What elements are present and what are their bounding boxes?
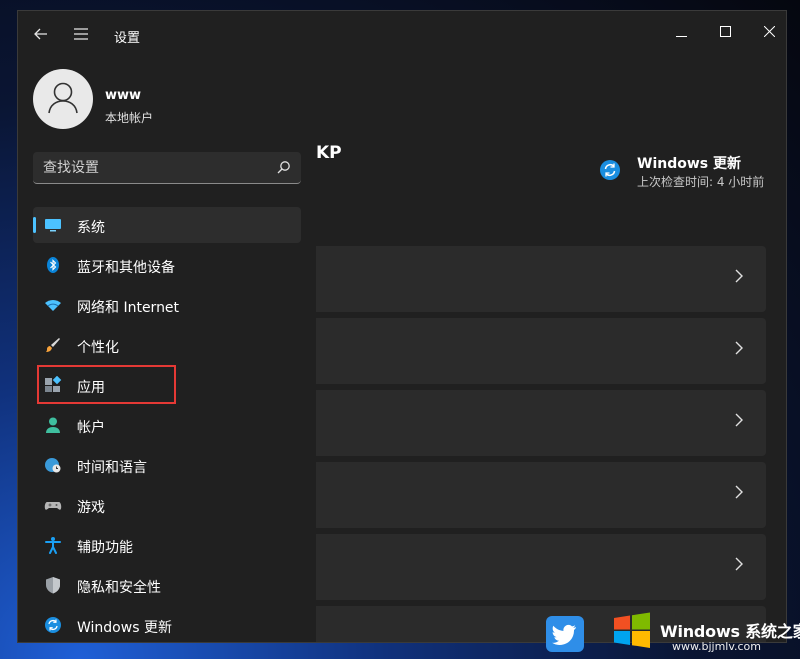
- sidebar-item-accessibility[interactable]: 辅助功能: [33, 527, 301, 563]
- sidebar-item-label: 个性化: [77, 340, 119, 356]
- sidebar-item-label: 游戏: [77, 500, 105, 516]
- sidebar-item-personalization[interactable]: 个性化: [33, 327, 301, 363]
- settings-card[interactable]: [316, 246, 766, 312]
- menu-button[interactable]: [70, 23, 92, 45]
- avatar[interactable]: [33, 69, 93, 129]
- minimize-icon: [675, 36, 687, 37]
- close-icon: [763, 25, 775, 38]
- sidebar-item-system[interactable]: 系统: [33, 207, 301, 243]
- settings-card[interactable]: [316, 462, 766, 528]
- sync-icon: [600, 160, 620, 180]
- maximize-icon: [719, 26, 731, 37]
- device-name: KP: [316, 143, 342, 163]
- windows-update-icon: [45, 617, 61, 633]
- sidebar-item-label: Windows 更新: [77, 620, 172, 636]
- sidebar-item-bluetooth[interactable]: 蓝牙和其他设备: [33, 247, 301, 283]
- sidebar-item-privacy[interactable]: 隐私和安全性: [33, 567, 301, 603]
- minimize-button[interactable]: [661, 17, 701, 47]
- update-last-checked: 上次检查时间: 4 小时前: [637, 175, 765, 189]
- hamburger-icon: [74, 28, 88, 40]
- sidebar-item-time-language[interactable]: 时间和语言: [33, 447, 301, 483]
- sidebar-item-label: 隐私和安全性: [77, 580, 161, 596]
- maximize-button[interactable]: [705, 17, 745, 47]
- wifi-icon: [45, 300, 61, 311]
- sidebar-item-label: 蓝牙和其他设备: [77, 260, 175, 276]
- sidebar-item-label: 时间和语言: [77, 460, 147, 476]
- watermark-title: Windows 系统之家: [660, 622, 800, 641]
- arrow-left-icon: [34, 28, 47, 40]
- sidebar-item-label: 系统: [77, 220, 105, 236]
- settings-card[interactable]: [316, 534, 766, 600]
- accessibility-icon: [45, 537, 61, 554]
- chevron-right-icon: [735, 413, 743, 427]
- sidebar-item-windows-update[interactable]: Windows 更新: [33, 607, 301, 642]
- profile-name: www: [105, 88, 142, 103]
- chevron-right-icon: [735, 485, 743, 499]
- account-icon: [46, 417, 60, 433]
- settings-card[interactable]: [316, 318, 766, 384]
- annotation-highlight-box: [37, 365, 176, 404]
- watermark-url: www.bjjmlv.com: [672, 640, 761, 653]
- settings-card[interactable]: [316, 390, 766, 456]
- update-status[interactable]: Windows 更新 上次检查时间: 4 小时前: [599, 153, 779, 193]
- watermark: Windows 系统之家 www.bjjmlv.com: [546, 600, 800, 659]
- user-avatar-icon: [48, 82, 78, 114]
- sidebar-item-accounts[interactable]: 帐户: [33, 407, 301, 443]
- system-monitor-icon: [45, 219, 61, 232]
- twitter-bird-icon: [546, 616, 584, 652]
- active-indicator: [33, 217, 36, 233]
- sidebar-item-label: 辅助功能: [77, 540, 133, 556]
- update-title: Windows 更新: [637, 156, 741, 172]
- close-button[interactable]: [749, 17, 786, 47]
- paintbrush-icon: [46, 338, 60, 352]
- gamepad-icon: [44, 502, 62, 510]
- chevron-right-icon: [735, 269, 743, 283]
- globe-clock-icon: [45, 458, 61, 473]
- windows-logo-icon: [614, 612, 650, 648]
- settings-window: 设置 www 本地帐户 查找设置 系统 蓝牙和其他设备 网络和 Internet…: [17, 10, 787, 643]
- search-icon[interactable]: [277, 160, 291, 174]
- account-type: 本地帐户: [105, 111, 154, 125]
- main-content: KP Windows 更新 上次检查时间: 4 小时前: [316, 57, 786, 642]
- settings-cards: [316, 246, 766, 642]
- user-profile[interactable]: www 本地帐户: [33, 69, 303, 129]
- sidebar-item-label: 网络和 Internet: [77, 300, 180, 316]
- app-title: 设置: [114, 31, 141, 46]
- sidebar-item-gaming[interactable]: 游戏: [33, 487, 301, 523]
- back-button[interactable]: [30, 23, 52, 45]
- bluetooth-icon: [47, 257, 59, 273]
- search-input[interactable]: [43, 152, 263, 183]
- title-bar: 设置: [18, 11, 786, 57]
- sidebar: www 本地帐户 系统: [18, 57, 316, 642]
- shield-icon: [46, 577, 60, 594]
- sidebar-item-label: 帐户: [77, 420, 105, 436]
- nav-list: 系统 蓝牙和其他设备 网络和 Internet 个性化 应用 帐户 时间和语言 …: [33, 207, 301, 642]
- sidebar-item-network[interactable]: 网络和 Internet: [33, 287, 301, 323]
- chevron-right-icon: [735, 557, 743, 571]
- chevron-right-icon: [735, 341, 743, 355]
- search-box[interactable]: [33, 152, 301, 184]
